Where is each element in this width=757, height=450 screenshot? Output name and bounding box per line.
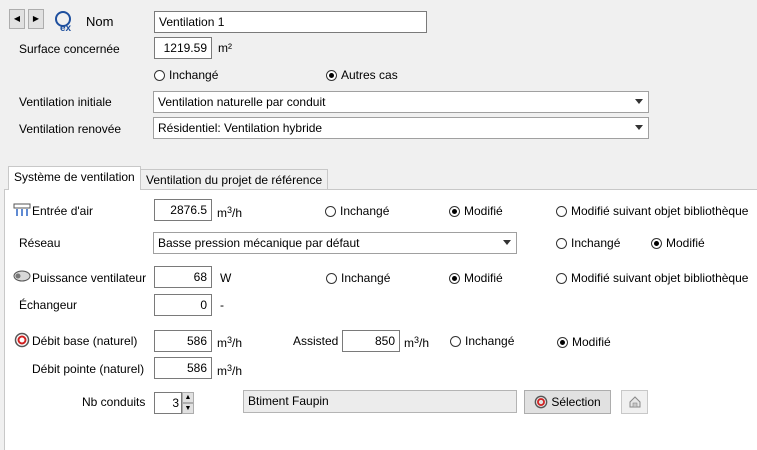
radio-dot [449, 273, 460, 284]
debit-base-input[interactable]: 586 [154, 330, 212, 352]
radio-label: Inchangé [169, 68, 219, 82]
selection-icon [534, 395, 548, 409]
radio-entree-inchange[interactable]: Inchangé [325, 204, 389, 218]
spin-up-button[interactable]: ▲ [182, 392, 194, 403]
radio-label: Autres cas [341, 68, 398, 82]
entree-input[interactable]: 2876.5 [154, 199, 212, 221]
tab-reference[interactable]: Ventilation du projet de référence [140, 169, 329, 191]
radio-puissance-biblio[interactable]: Modifié suivant objet bibliothèque [556, 271, 748, 285]
echangeur-label: Échangeur [19, 298, 78, 312]
radio-puissance-modifie[interactable]: Modifié [449, 271, 503, 285]
radio-dot [556, 238, 567, 249]
combo-value: Ventilation naturelle par conduit [158, 95, 326, 109]
radio-label: Modifié [464, 204, 503, 218]
radio-dot [556, 206, 567, 217]
vent-init-select[interactable]: Ventilation naturelle par conduit [153, 91, 649, 113]
radio-autres-cas[interactable]: Autres cas [326, 68, 398, 82]
nb-conduits-label: Nb conduits [82, 395, 146, 409]
next-button[interactable]: ▶ [28, 9, 44, 29]
radio-entree-modifie[interactable]: Modifié [449, 204, 503, 218]
radio-dot [449, 206, 460, 217]
radio-dot [651, 238, 662, 249]
radio-reseau-modifie[interactable]: Modifié [651, 236, 705, 250]
assisted-input[interactable]: 850 [342, 330, 400, 352]
puissance-input[interactable]: 68 [154, 266, 212, 288]
vent-renov-label: Ventilation renovée [19, 122, 122, 136]
radio-debit-inchange[interactable]: Inchangé [450, 334, 514, 348]
radio-label: Modifié [572, 335, 611, 349]
echangeur-input[interactable]: 0 [154, 294, 212, 316]
debit-base-label: Débit base (naturel) [32, 334, 138, 348]
vent-renov-select[interactable]: Résidentiel: Ventilation hybride [153, 117, 649, 139]
radio-dot [326, 70, 337, 81]
chevron-down-icon [635, 125, 643, 130]
air-inlet-icon [13, 202, 31, 218]
chevron-down-icon [503, 240, 511, 245]
puissance-label: Puissance ventilateur [32, 271, 147, 285]
assisted-label: Assisted [293, 334, 339, 348]
surface-label: Surface concernée [19, 42, 120, 56]
radio-dot [556, 273, 567, 284]
radio-dot [325, 206, 336, 217]
tab-label: Système de ventilation [14, 170, 135, 184]
debit-pointe-label: Débit pointe (naturel) [32, 362, 145, 376]
puissance-unit: W [220, 271, 232, 285]
nom-label: Nom [86, 14, 114, 29]
radio-label: Inchangé [341, 271, 391, 285]
selection-button[interactable]: Sélection [524, 390, 611, 414]
fan-icon [13, 269, 31, 283]
nb-conduits-input[interactable]: 3 [154, 392, 182, 414]
prev-button[interactable]: ◀ [9, 9, 25, 29]
radio-entree-biblio[interactable]: Modifié suivant objet bibliothèque [556, 204, 748, 218]
flow-icon [14, 332, 30, 348]
combo-value: Basse pression mécanique par défaut [158, 236, 360, 250]
debit-pointe-unit: m3/h [217, 363, 243, 378]
radio-label: Inchangé [571, 236, 621, 250]
radio-label: Inchangé [340, 204, 390, 218]
radio-puissance-inchange[interactable]: Inchangé [326, 271, 390, 285]
entree-label: Entrée d'air [32, 204, 93, 218]
surface-input[interactable]: 1219.59 [154, 37, 212, 59]
library-object-field: Btiment Faupin [243, 390, 517, 413]
selection-label: Sélection [551, 395, 601, 409]
reseau-label: Réseau [19, 236, 61, 250]
debit-pointe-input[interactable]: 586 [154, 357, 212, 379]
radio-label: Modifié [666, 236, 705, 250]
radio-reseau-inchange[interactable]: Inchangé [556, 236, 620, 250]
tab-label: Ventilation du projet de référence [146, 173, 323, 187]
chevron-down-icon [635, 99, 643, 104]
radio-label: Modifié suivant objet bibliothèque [571, 271, 749, 285]
radio-dot [326, 273, 337, 284]
radio-label: Modifié suivant objet bibliothèque [571, 204, 749, 218]
reseau-select[interactable]: Basse pression mécanique par défaut [153, 232, 517, 254]
radio-dot [154, 70, 165, 81]
radio-dot [557, 337, 568, 348]
radio-debit-modifie[interactable]: Modifié [557, 335, 611, 349]
vent-init-label: Ventilation initiale [19, 95, 112, 109]
entree-unit: m3/h [217, 205, 243, 220]
ex-icon: ex [53, 10, 75, 34]
radio-label: Inchangé [465, 334, 515, 348]
svg-text:ex: ex [60, 23, 72, 32]
tab-systeme[interactable]: Système de ventilation [8, 166, 141, 190]
debit-base-unit: m3/h [217, 335, 243, 350]
home-icon [629, 396, 640, 408]
assisted-unit: m3/h [404, 335, 430, 350]
radio-label: Modifié [464, 271, 503, 285]
echangeur-unit: - [220, 298, 224, 312]
combo-value: Résidentiel: Ventilation hybride [158, 121, 323, 135]
spin-down-button[interactable]: ▼ [182, 403, 194, 414]
surface-unit: m² [218, 41, 232, 55]
radio-dot [450, 336, 461, 347]
radio-inchange-top[interactable]: Inchangé [154, 68, 218, 82]
nom-input[interactable]: Ventilation 1 [154, 11, 427, 33]
home-button[interactable] [621, 390, 648, 414]
